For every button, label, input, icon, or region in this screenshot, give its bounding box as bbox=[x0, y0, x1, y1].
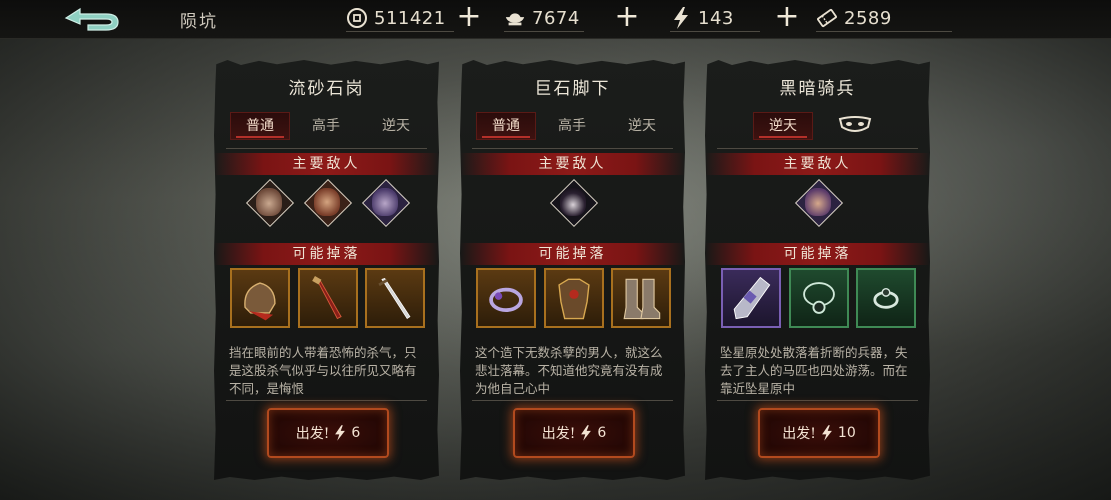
main-enemies-banner: 主要敌人 bbox=[460, 153, 685, 175]
stamina-display: 143 bbox=[670, 5, 760, 32]
armor-icon bbox=[557, 278, 590, 320]
divider bbox=[472, 400, 673, 401]
stamina-value: 143 bbox=[698, 7, 734, 29]
drop-list bbox=[721, 268, 916, 332]
lightning-icon bbox=[581, 425, 592, 441]
start-button[interactable]: 出发! 6 bbox=[267, 408, 389, 458]
start-label: 出发! bbox=[541, 426, 576, 442]
add-stamina-button[interactable]: + bbox=[774, 2, 800, 32]
boots-icon bbox=[623, 278, 661, 320]
masked-bandit-icon bbox=[255, 188, 282, 216]
enemy-portrait[interactable] bbox=[361, 178, 410, 228]
enemy-portrait[interactable] bbox=[245, 178, 294, 228]
difficulty-tabs: 普通 高手 逆天 bbox=[226, 112, 427, 142]
drop-item[interactable] bbox=[365, 268, 425, 328]
start-label: 出发! bbox=[295, 426, 330, 442]
stage-title: 巨石脚下 bbox=[534, 79, 611, 99]
coins-value: 511421 bbox=[374, 7, 446, 29]
start-button[interactable]: 出发! 6 bbox=[513, 408, 635, 458]
drop-item[interactable] bbox=[856, 268, 916, 328]
main-enemies-banner: 主要敌人 bbox=[705, 153, 930, 175]
coins-display: 511421 bbox=[346, 5, 454, 32]
stage-title: 流砂石岗 bbox=[288, 79, 365, 99]
ring-icon bbox=[489, 287, 523, 312]
enemy-portrait[interactable] bbox=[549, 178, 598, 228]
divider bbox=[226, 148, 427, 149]
divider bbox=[717, 400, 918, 401]
stamina-cost: 6 bbox=[597, 425, 607, 441]
necklace-icon bbox=[802, 282, 835, 314]
lightning-icon bbox=[670, 7, 692, 29]
stage-card: 流砂石岗 普通 高手 逆天 主要敌人 可能掉落 挡在眼前的人带着恐怖的杀气，只是… bbox=[214, 60, 439, 480]
enemy-list bbox=[214, 178, 439, 230]
start-label: 出发! bbox=[782, 426, 816, 442]
ring-icon bbox=[873, 287, 899, 309]
tab-legendary[interactable]: 逆天 bbox=[366, 112, 426, 140]
scarred-brute-icon bbox=[313, 188, 340, 216]
stamina-cost: 10 bbox=[837, 425, 856, 441]
hooded-monk-icon bbox=[371, 188, 398, 216]
tickets-value: 2589 bbox=[844, 7, 892, 29]
start-button[interactable]: 出发! 10 bbox=[758, 408, 880, 458]
stage-card: 黑暗骑兵 逆天 主要敌人 可能掉落 坠星原处处散落着折断的兵器，失去了主人的马匹… bbox=[705, 60, 930, 480]
stamina-cost: 6 bbox=[351, 425, 361, 441]
ingots-value: 7674 bbox=[532, 7, 580, 29]
possible-drops-banner: 可能掉落 bbox=[705, 243, 930, 265]
sword-icon bbox=[378, 277, 411, 320]
helmet-icon bbox=[244, 282, 276, 321]
lightning-icon bbox=[335, 425, 346, 441]
mask-icon bbox=[838, 116, 872, 132]
tab-expert[interactable]: 高手 bbox=[542, 112, 602, 140]
divider bbox=[472, 148, 673, 149]
drop-item[interactable] bbox=[230, 268, 290, 328]
difficulty-tabs: 逆天 bbox=[717, 112, 918, 142]
drop-list bbox=[476, 268, 671, 332]
stage-title: 黑暗骑兵 bbox=[779, 79, 856, 99]
possible-drops-banner: 可能掉落 bbox=[214, 243, 439, 265]
main-enemies-banner: 主要敌人 bbox=[214, 153, 439, 175]
tab-legendary[interactable]: 逆天 bbox=[612, 112, 672, 140]
ingot-icon bbox=[504, 7, 526, 29]
ticket-icon bbox=[816, 7, 838, 29]
possible-drops-banner: 可能掉落 bbox=[460, 243, 685, 265]
page-title: 陨坑 bbox=[180, 12, 218, 32]
drop-item[interactable] bbox=[721, 268, 781, 328]
gauntlet-icon bbox=[733, 276, 771, 320]
drop-item[interactable] bbox=[297, 268, 358, 328]
drop-item[interactable] bbox=[611, 268, 671, 328]
add-coins-button[interactable]: + bbox=[456, 2, 482, 32]
tab-expert[interactable]: 高手 bbox=[296, 112, 356, 140]
top-bar: 陨坑 511421 + 7674 + 143 + 2589 bbox=[0, 0, 1111, 39]
stage-description: 坠星原处处散落着折断的兵器，失去了主人的马匹也四处游荡。而在靠近坠星原中 bbox=[720, 345, 908, 396]
drop-list bbox=[230, 268, 425, 332]
enemy-portrait[interactable] bbox=[303, 178, 352, 228]
lightning-icon bbox=[822, 425, 832, 441]
tickets-display: 2589 bbox=[816, 5, 952, 32]
stage-description: 挡在眼前的人带着恐怖的杀气，只是这股杀气似乎与以往所见又略有不同，是悔恨 bbox=[229, 345, 417, 396]
drop-item[interactable] bbox=[476, 268, 536, 328]
divider bbox=[226, 400, 427, 401]
difficulty-tabs: 普通 高手 逆天 bbox=[472, 112, 673, 142]
drop-item[interactable] bbox=[543, 268, 604, 328]
back-button[interactable] bbox=[62, 6, 124, 34]
ingots-display: 7674 bbox=[504, 5, 584, 32]
tab-normal[interactable]: 普通 bbox=[230, 112, 290, 140]
back-arrow-icon bbox=[64, 7, 119, 31]
enemy-portrait[interactable] bbox=[794, 178, 843, 228]
enemy-list bbox=[705, 178, 930, 230]
tab-mask[interactable] bbox=[825, 112, 885, 140]
tab-normal[interactable]: 普通 bbox=[476, 112, 536, 140]
stage-card: 巨石脚下 普通 高手 逆天 主要敌人 可能掉落 这个造下无数杀孽的男人，就这么悲… bbox=[460, 60, 685, 480]
tab-legendary[interactable]: 逆天 bbox=[753, 112, 813, 140]
divider bbox=[717, 148, 918, 149]
coin-icon bbox=[346, 7, 368, 29]
hooded-monk-icon bbox=[804, 188, 831, 216]
enemy-list bbox=[460, 178, 685, 230]
add-ingots-button[interactable]: + bbox=[614, 2, 640, 32]
stage-description: 这个造下无数杀孽的男人，就这么悲壮落幕。不知道他究竟有没有成为他自己心中 bbox=[475, 345, 663, 396]
dark-swordsman-icon bbox=[559, 188, 586, 216]
drop-item[interactable] bbox=[788, 268, 849, 328]
blade-icon bbox=[311, 275, 342, 320]
